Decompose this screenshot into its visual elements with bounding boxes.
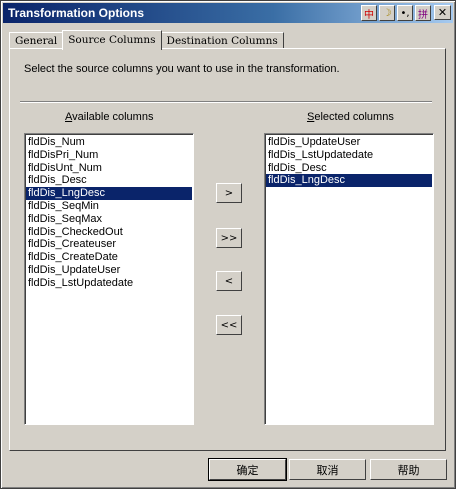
list-item[interactable]: fldDis_CheckedOut bbox=[26, 226, 192, 239]
list-item[interactable]: fldDis_CreateDate bbox=[26, 251, 192, 264]
list-item[interactable]: fldDis_UpdateUser bbox=[266, 136, 432, 149]
add-column-button[interactable]: > bbox=[216, 183, 242, 203]
ime-toolbar: 中 ☽ •, 拼 bbox=[361, 5, 431, 21]
tab-destination-columns[interactable]: Destination Columns bbox=[160, 32, 284, 49]
available-columns-label-rest: vailable columns bbox=[72, 111, 154, 123]
close-button[interactable]: ✕ bbox=[434, 5, 451, 20]
list-item[interactable]: fldDis_UpdateUser bbox=[26, 264, 192, 277]
window-title: Transformation Options bbox=[8, 6, 145, 20]
selected-columns-list[interactable]: fldDis_UpdateUser fldDis_LstUpdatedate fld… bbox=[264, 133, 434, 425]
list-item[interactable]: fldDis_LstUpdatedate bbox=[26, 277, 192, 290]
list-item[interactable]: fldDis_SeqMax bbox=[26, 213, 192, 226]
ok-button[interactable]: 确定 bbox=[208, 458, 287, 481]
list-item[interactable]: fldDis_LngDesc bbox=[266, 174, 432, 188]
list-item[interactable]: fldDis_SeqMin bbox=[26, 200, 192, 213]
pinyin-icon[interactable]: 拼 bbox=[415, 5, 431, 21]
help-button[interactable]: 帮助 bbox=[370, 459, 447, 480]
list-item[interactable]: fldDis_LngDesc bbox=[26, 187, 192, 200]
tab-source-columns[interactable]: Source Columns bbox=[62, 30, 162, 50]
list-item[interactable]: fldDis_Num bbox=[26, 136, 192, 149]
list-item[interactable]: fldDis_Desc bbox=[266, 162, 432, 175]
divider bbox=[20, 101, 432, 103]
moon-icon[interactable]: ☽ bbox=[379, 5, 395, 21]
selected-columns-label: Selected columns bbox=[307, 111, 394, 123]
title-bar[interactable]: Transformation Options 中 ☽ •, 拼 ✕ bbox=[3, 3, 453, 23]
list-item[interactable]: fldDis_Createuser bbox=[26, 238, 192, 251]
cancel-button[interactable]: 取消 bbox=[289, 459, 366, 480]
list-item[interactable]: fldDisUnt_Num bbox=[26, 162, 192, 175]
remove-column-button[interactable]: < bbox=[216, 271, 242, 291]
remove-all-columns-button[interactable]: << bbox=[216, 315, 242, 335]
selected-columns-label-rest: elected columns bbox=[314, 111, 394, 123]
list-item[interactable]: fldDisPri_Num bbox=[26, 149, 192, 162]
add-all-columns-button[interactable]: >> bbox=[216, 228, 242, 248]
available-columns-list[interactable]: fldDis_Num fldDisPri_Num fldDisUnt_Num fldD… bbox=[24, 133, 194, 425]
source-columns-panel: Select the source columns you want to us… bbox=[9, 48, 446, 451]
list-item[interactable]: fldDis_LstUpdatedate bbox=[266, 149, 432, 162]
tab-strip: General Source Columns Destination Colum… bbox=[9, 29, 284, 50]
tab-general[interactable]: General bbox=[9, 32, 64, 49]
list-item[interactable]: fldDis_Desc bbox=[26, 174, 192, 187]
close-icon: ✕ bbox=[437, 6, 448, 19]
ime-mode-icon[interactable]: 中 bbox=[361, 5, 377, 21]
instructions-text: Select the source columns you want to us… bbox=[24, 63, 340, 75]
punctuation-icon[interactable]: •, bbox=[397, 5, 413, 21]
transformation-options-dialog: Transformation Options 中 ☽ •, 拼 ✕ Genera… bbox=[0, 0, 456, 489]
available-columns-label: Available columns bbox=[65, 111, 153, 123]
